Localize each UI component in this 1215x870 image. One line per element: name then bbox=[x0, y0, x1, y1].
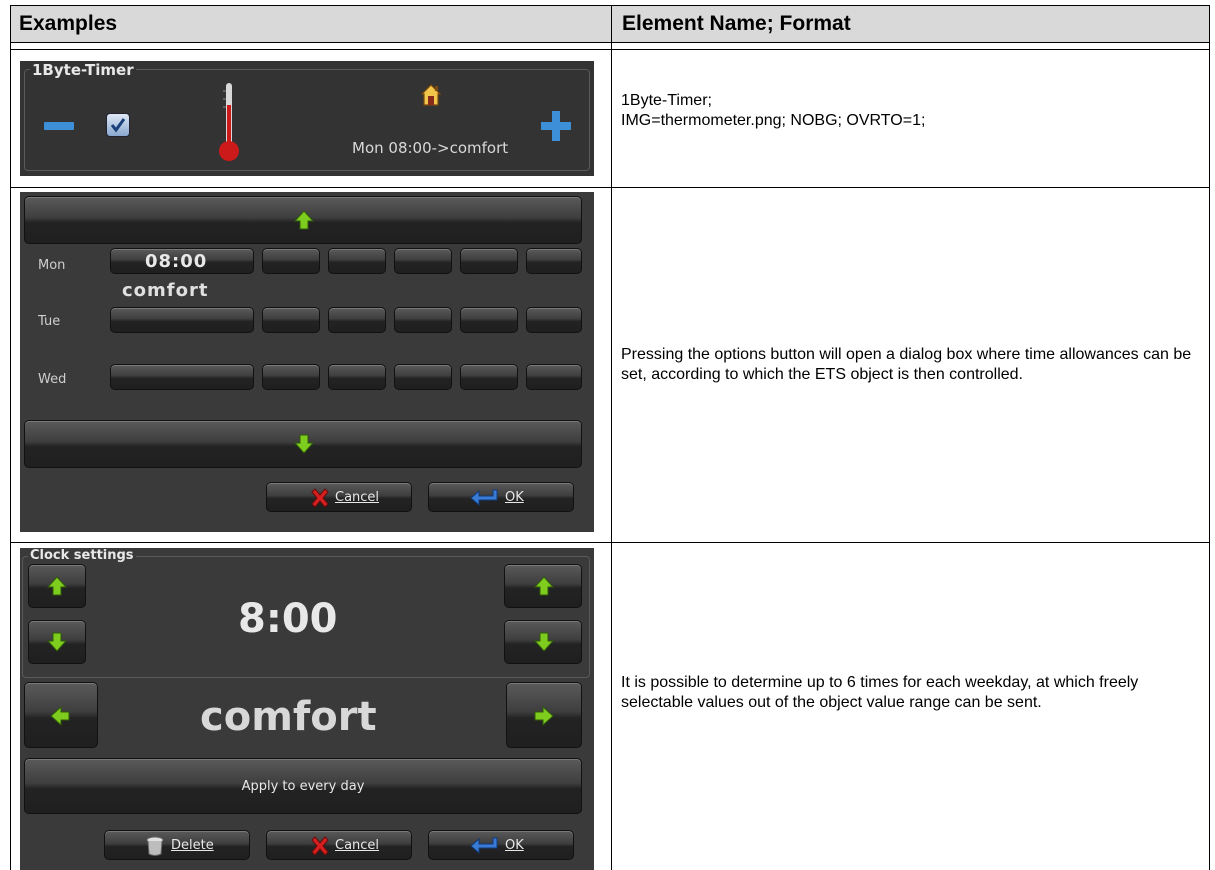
header-element-name: Element Name; Format bbox=[622, 12, 851, 35]
row-divider-1 bbox=[10, 187, 1210, 188]
cancel-label: Cancel bbox=[335, 838, 380, 853]
timer-status-text: Mon 08:00->comfort bbox=[352, 139, 509, 157]
cancel-label: Cancel bbox=[335, 490, 380, 505]
plus-icon[interactable] bbox=[541, 111, 571, 141]
time-dialog-screenshot: Mon 08:00 comfort Tue Wed Cancel OK bbox=[20, 192, 594, 532]
clock-settings-title: Clock settings bbox=[28, 548, 136, 563]
row1-description: 1Byte-Timer; IMG=thermometer.png; NOBG; … bbox=[621, 91, 925, 131]
cancel-cross-icon bbox=[311, 488, 329, 508]
ok-label: OK bbox=[505, 838, 524, 853]
slot-wed-3[interactable] bbox=[328, 364, 386, 390]
apply-label: Apply to every day bbox=[241, 779, 365, 794]
slot-mon-3[interactable] bbox=[328, 248, 386, 274]
scroll-down-button[interactable] bbox=[24, 420, 582, 468]
slot-tue-4[interactable] bbox=[394, 307, 452, 333]
clock-time-display: 8:00 bbox=[238, 596, 338, 642]
slot-mode: comfort bbox=[122, 280, 209, 301]
slot-mon-4[interactable] bbox=[394, 248, 452, 274]
arrow-left-icon bbox=[50, 705, 70, 727]
trash-icon bbox=[146, 836, 164, 856]
row1-format: IMG=thermometer.png; NOBG; OVRTO=1; bbox=[621, 112, 926, 129]
ok-button[interactable]: OK bbox=[428, 482, 574, 512]
slot-wed-1[interactable] bbox=[110, 364, 254, 390]
arrow-up-icon bbox=[293, 210, 315, 230]
slot-wed-2[interactable] bbox=[262, 364, 320, 390]
slot-tue-6[interactable] bbox=[526, 307, 582, 333]
slot-wed-6[interactable] bbox=[526, 364, 582, 390]
slot-tue-5[interactable] bbox=[460, 307, 518, 333]
row1-element-name: 1Byte-Timer; bbox=[621, 92, 712, 109]
delete-button[interactable]: Delete bbox=[104, 830, 250, 860]
slot-wed-4[interactable] bbox=[394, 364, 452, 390]
checkmark-icon bbox=[110, 118, 126, 133]
cancel-button[interactable]: Cancel bbox=[266, 830, 412, 860]
arrow-up-icon bbox=[533, 576, 555, 596]
row2-description: Pressing the options button will open a … bbox=[621, 346, 1192, 383]
day-label-tue: Tue bbox=[38, 314, 61, 329]
ok-enter-icon bbox=[470, 489, 498, 507]
cancel-cross-icon bbox=[311, 836, 329, 856]
timer-widget-screenshot: 1Byte-Timer Mon 08:00->comfort bbox=[20, 61, 594, 176]
slot-time: 08:00 bbox=[145, 251, 208, 272]
row3-description: It is possible to determine up to 6 time… bbox=[621, 674, 1139, 711]
table-border-left bbox=[10, 43, 11, 870]
slot-wed-5[interactable] bbox=[460, 364, 518, 390]
widget-title: 1Byte-Timer bbox=[30, 61, 136, 79]
row-divider-2 bbox=[10, 542, 1210, 543]
table-border-right bbox=[1209, 43, 1210, 870]
minute-up-button[interactable] bbox=[504, 564, 582, 608]
checkbox-checked[interactable] bbox=[106, 113, 130, 137]
cancel-button[interactable]: Cancel bbox=[266, 482, 412, 512]
slot-mon-1[interactable]: 08:00 bbox=[110, 248, 254, 274]
header-examples: Examples bbox=[19, 12, 118, 35]
mode-prev-button[interactable] bbox=[24, 682, 98, 748]
slot-tue-2[interactable] bbox=[262, 307, 320, 333]
slot-tue-3[interactable] bbox=[328, 307, 386, 333]
slot-mon-2[interactable] bbox=[262, 248, 320, 274]
ok-enter-icon bbox=[470, 837, 498, 855]
arrow-up-icon bbox=[46, 576, 68, 596]
apply-every-day-button[interactable]: Apply to every day bbox=[24, 758, 582, 814]
minute-down-button[interactable] bbox=[504, 620, 582, 664]
mode-display: comfort bbox=[200, 694, 377, 740]
slot-mon-6[interactable] bbox=[526, 248, 582, 274]
arrow-down-icon bbox=[293, 434, 315, 454]
arrow-right-icon bbox=[534, 705, 554, 727]
arrow-down-icon bbox=[533, 632, 555, 652]
header-double-line bbox=[10, 49, 1210, 50]
arrow-down-icon bbox=[46, 632, 68, 652]
ok-label: OK bbox=[505, 490, 524, 505]
document-table: Examples Element Name; Format 1Byte-Time… bbox=[10, 5, 1210, 870]
day-label-wed: Wed bbox=[38, 372, 67, 387]
clock-settings-screenshot: Clock settings 8:00 comfort Apply to eve… bbox=[20, 548, 594, 870]
home-icon bbox=[420, 84, 442, 106]
slot-tue-1[interactable] bbox=[110, 307, 254, 333]
hour-down-button[interactable] bbox=[28, 620, 86, 664]
thermometer-icon bbox=[219, 83, 239, 161]
column-divider bbox=[611, 5, 612, 870]
mode-next-button[interactable] bbox=[506, 682, 582, 748]
table-header: Examples Element Name; Format bbox=[10, 5, 1210, 43]
hour-up-button[interactable] bbox=[28, 564, 86, 608]
delete-label: Delete bbox=[171, 838, 214, 853]
slot-mon-5[interactable] bbox=[460, 248, 518, 274]
day-label-mon: Mon bbox=[38, 258, 66, 273]
scroll-up-button[interactable] bbox=[24, 196, 582, 244]
ok-button[interactable]: OK bbox=[428, 830, 574, 860]
minus-icon[interactable] bbox=[44, 122, 74, 130]
